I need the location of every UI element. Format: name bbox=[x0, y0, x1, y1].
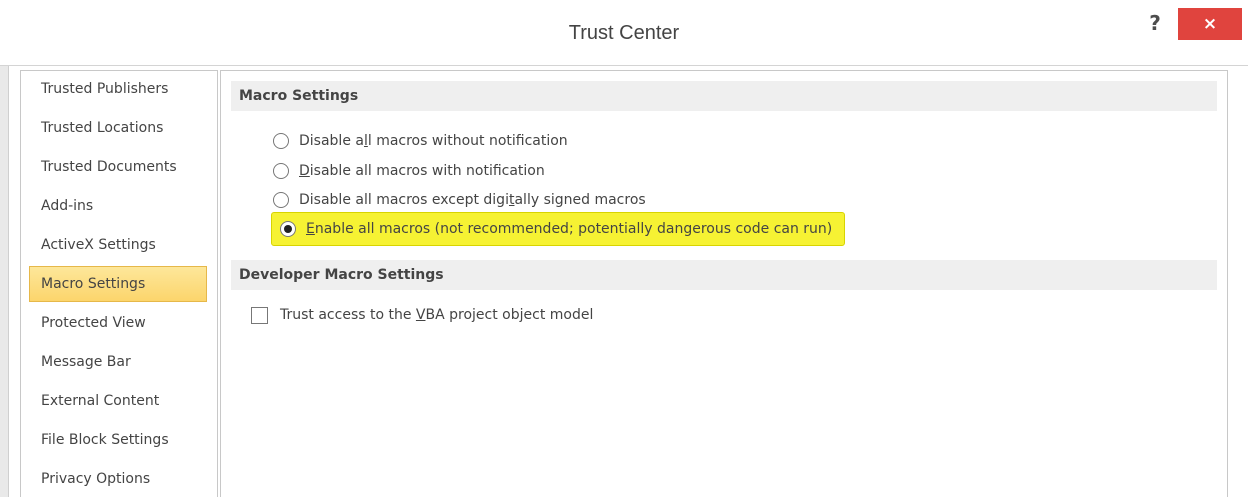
radio-button[interactable] bbox=[273, 192, 289, 208]
radio-button[interactable] bbox=[273, 163, 289, 179]
settings-panel: Macro Settings Disable all macros withou… bbox=[220, 70, 1228, 497]
sidebar-item-macro-settings[interactable]: Macro Settings bbox=[29, 266, 207, 302]
checkbox[interactable] bbox=[251, 306, 268, 324]
trust-vba-checkbox-row[interactable]: Trust access to the VBA project object m… bbox=[251, 303, 593, 327]
sidebar-item-add-ins[interactable]: Add-ins bbox=[29, 188, 207, 224]
sidebar-item-activex-settings[interactable]: ActiveX Settings bbox=[29, 227, 207, 263]
sidebar-item-message-bar[interactable]: Message Bar bbox=[29, 344, 207, 380]
sidebar-item-protected-view[interactable]: Protected View bbox=[29, 305, 207, 341]
checkbox-label: Trust access to the VBA project object m… bbox=[280, 307, 594, 323]
option-label: Disable all macros with notification bbox=[299, 163, 545, 179]
window-border bbox=[0, 66, 9, 497]
option-label: Disable all macros without notification bbox=[299, 133, 568, 149]
help-button[interactable]: ? bbox=[1140, 8, 1170, 38]
radio-disable-with-notification[interactable]: Disable all macros with notification bbox=[273, 158, 545, 184]
sidebar-item-external-content[interactable]: External Content bbox=[29, 383, 207, 419]
sidebar-nav: Trusted Publishers Trusted Locations Tru… bbox=[20, 70, 218, 497]
sidebar-item-file-block-settings[interactable]: File Block Settings bbox=[29, 422, 207, 458]
radio-disable-except-signed[interactable]: Disable all macros except digitally sign… bbox=[273, 187, 646, 213]
radio-disable-without-notification[interactable]: Disable all macros without notification bbox=[273, 128, 568, 154]
sidebar-item-privacy-options[interactable]: Privacy Options bbox=[29, 461, 207, 497]
macro-settings-header: Macro Settings bbox=[231, 81, 1217, 111]
radio-button[interactable] bbox=[273, 133, 289, 149]
sidebar-item-trusted-publishers[interactable]: Trusted Publishers bbox=[29, 71, 207, 107]
radio-enable-all-macros[interactable]: Enable all macros (not recommended; pote… bbox=[271, 212, 846, 246]
window-title: Trust Center bbox=[568, 22, 680, 44]
option-label: Enable all macros (not recommended; pote… bbox=[306, 221, 833, 237]
option-label: Disable all macros except digitally sign… bbox=[299, 192, 646, 208]
sidebar-item-trusted-documents[interactable]: Trusted Documents bbox=[29, 149, 207, 185]
close-icon: × bbox=[1202, 14, 1218, 34]
close-button[interactable]: × bbox=[1178, 8, 1242, 40]
radio-button-selected[interactable] bbox=[280, 221, 296, 237]
developer-macro-settings-header: Developer Macro Settings bbox=[231, 260, 1217, 290]
title-bar: Trust Center ? × bbox=[0, 0, 1248, 66]
sidebar-item-trusted-locations[interactable]: Trusted Locations bbox=[29, 110, 207, 146]
